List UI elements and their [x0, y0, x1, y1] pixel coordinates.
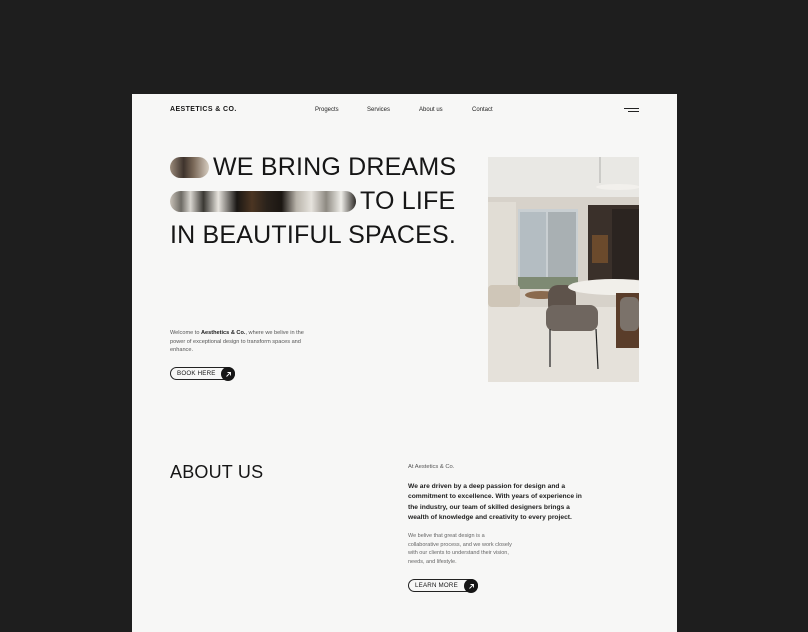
arrow-up-right-icon [221, 367, 235, 381]
learn-more-label: LEARN MORE [415, 582, 458, 589]
book-here-button[interactable]: BOOK HERE [170, 367, 235, 381]
about-company: At Aestetics & Co. [408, 464, 455, 470]
hero-thumbnail-small [170, 157, 209, 178]
hero-headline-line2: TO LIFE [360, 187, 456, 215]
hamburger-menu-icon[interactable] [624, 108, 639, 113]
book-here-label: BOOK HERE [177, 370, 216, 377]
nav-item-contact[interactable]: Contact [472, 107, 493, 113]
brand-logo[interactable]: AESTETICS & CO. [170, 106, 237, 113]
about-body-text: We belive that great design is a collabo… [408, 533, 512, 565]
hero-headline-line3: IN BEAUTIFUL SPACES. [170, 221, 457, 249]
about-lead-text: We are driven by a deep passion for desi… [408, 483, 582, 522]
arrow-up-right-icon [464, 579, 478, 593]
about-title: ABOUT US [170, 462, 264, 482]
hero-intro-text: Welcome to Aesthetics & Co., where we be… [170, 330, 304, 353]
learn-more-button[interactable]: LEARN MORE [408, 579, 478, 593]
hero-headline-line1: WE BRING DREAMS [213, 153, 457, 181]
hero-interior-image [488, 157, 639, 382]
hero-intro-brand: Aesthetics & Co. [200, 330, 246, 336]
nav-item-projects[interactable]: Progects [315, 107, 339, 113]
nav-item-services[interactable]: Services [367, 107, 390, 113]
hero-thumbnail-wide [170, 191, 356, 212]
nav-item-about[interactable]: About us [419, 107, 443, 113]
landing-page: AESTETICS & CO. Progects Services About … [132, 94, 677, 632]
